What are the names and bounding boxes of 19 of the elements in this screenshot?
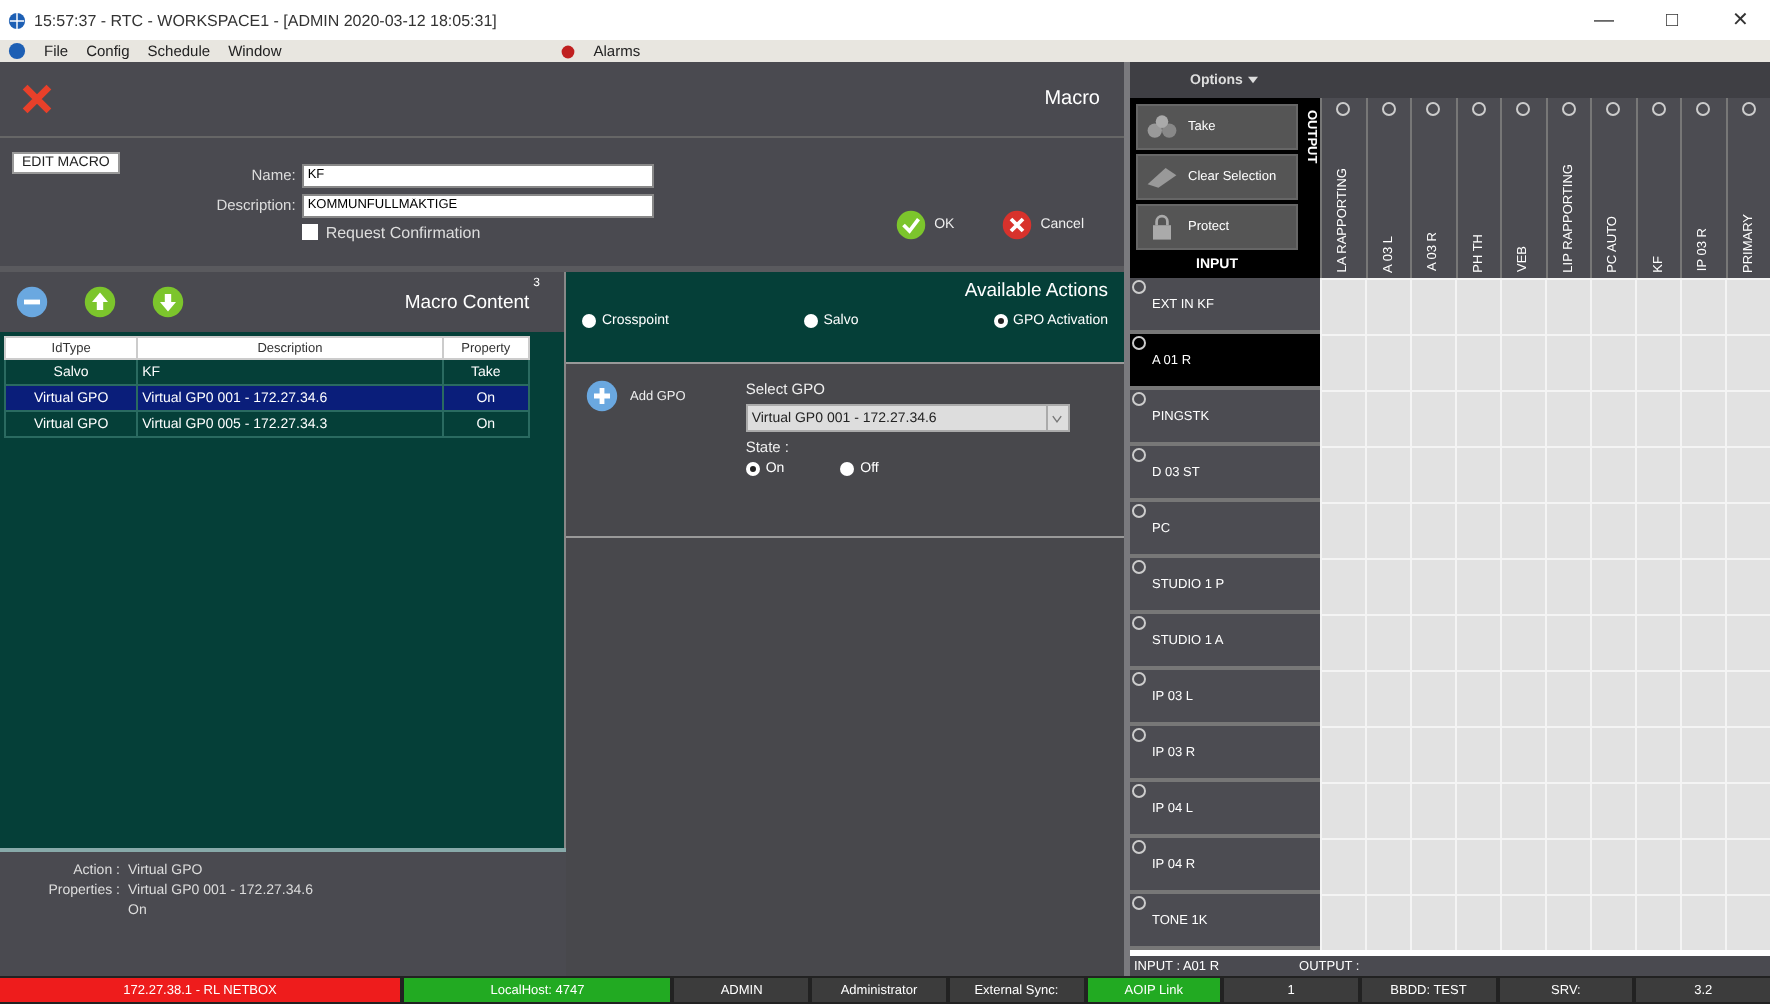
eraser-icon — [1144, 164, 1180, 190]
alarm-icon — [559, 43, 576, 59]
confirmation-checkbox[interactable]: Request Confirmation — [301, 223, 481, 241]
window-control-button[interactable]: — — [1574, 7, 1634, 33]
chevron-down-icon — [1050, 411, 1065, 425]
remove-icon[interactable] — [16, 286, 48, 318]
cancel-icon — [1002, 209, 1033, 239]
move-up-icon[interactable] — [84, 286, 116, 318]
move-down-icon[interactable] — [152, 286, 184, 318]
check-icon — [896, 209, 927, 239]
available-actions-title: Available Actions — [964, 280, 1108, 302]
plus-icon — [586, 380, 618, 412]
window-title: 15:57:37 - RTC - WORKSPACE1 - [ADMIN 2020-03-12 18:05:31] — [34, 11, 497, 29]
window-control-button[interactable]: ✕ — [1710, 6, 1770, 34]
window-control-button[interactable]: □ — [1642, 7, 1702, 33]
macro-title: Macro — [1044, 88, 1100, 110]
circles-icon — [1144, 114, 1180, 140]
caret-icon — [1248, 76, 1259, 84]
macro-content-title: Macro Content — [404, 291, 530, 313]
